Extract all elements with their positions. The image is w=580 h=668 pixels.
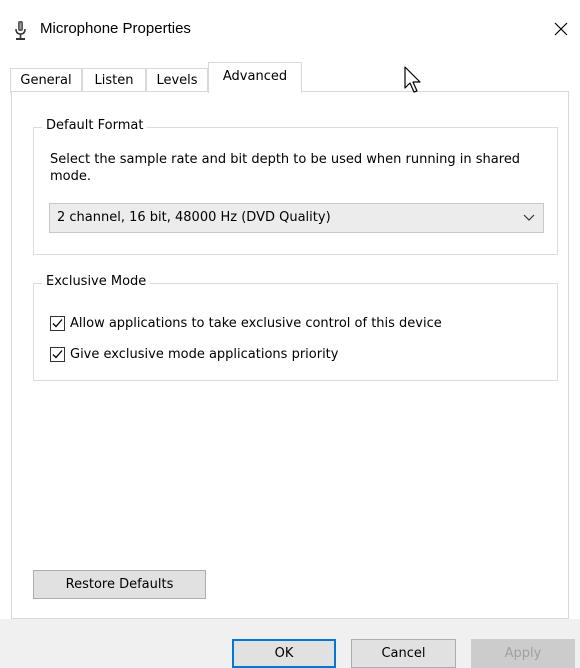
default-format-group: Default Format Select the sample rate an… [33,118,558,255]
exclusive-control-option[interactable]: Allow applications to take exclusive con… [50,313,442,333]
checkmark-icon [52,349,63,358]
close-icon [554,22,568,36]
tab-listen[interactable]: Listen [82,68,146,93]
cancel-button[interactable]: Cancel [351,639,456,668]
window-title: Microphone Properties [40,20,191,37]
default-format-description: Select the sample rate and bit depth to … [50,152,521,184]
microphone-properties-dialog: Microphone Properties General Listen Lev… [0,0,580,668]
default-format-legend: Default Format [42,118,148,133]
microphone-icon [14,21,28,41]
tab-general[interactable]: General [10,68,82,93]
ok-button[interactable]: OK [232,639,336,668]
tab-levels[interactable]: Levels [146,68,208,93]
exclusive-control-checkbox[interactable] [50,315,65,331]
exclusive-priority-option[interactable]: Give exclusive mode applications priorit… [50,344,338,364]
exclusive-priority-checkbox[interactable] [50,346,65,362]
checkmark-icon [52,318,63,327]
close-button[interactable] [546,14,576,44]
title-bar: Microphone Properties [0,0,580,60]
tab-strip: General Listen Levels Advanced [10,62,570,93]
exclusive-mode-group: Exclusive Mode Allow applications to tak… [33,274,558,381]
chevron-down-icon [523,214,535,221]
apply-button[interactable]: Apply [471,639,575,668]
exclusive-control-label: Allow applications to take exclusive con… [70,315,442,331]
dialog-footer: OK Cancel Apply [0,619,580,668]
sample-rate-select[interactable]: 2 channel, 16 bit, 48000 Hz (DVD Quality… [49,203,544,233]
mouse-cursor-icon [404,66,421,93]
sample-rate-selected: 2 channel, 16 bit, 48000 Hz (DVD Quality… [57,210,331,225]
advanced-panel: Default Format Select the sample rate an… [11,91,569,619]
exclusive-mode-legend: Exclusive Mode [42,274,151,289]
exclusive-priority-label: Give exclusive mode applications priorit… [70,346,339,362]
tab-advanced[interactable]: Advanced [208,62,302,93]
restore-defaults-button[interactable]: Restore Defaults [33,570,206,599]
